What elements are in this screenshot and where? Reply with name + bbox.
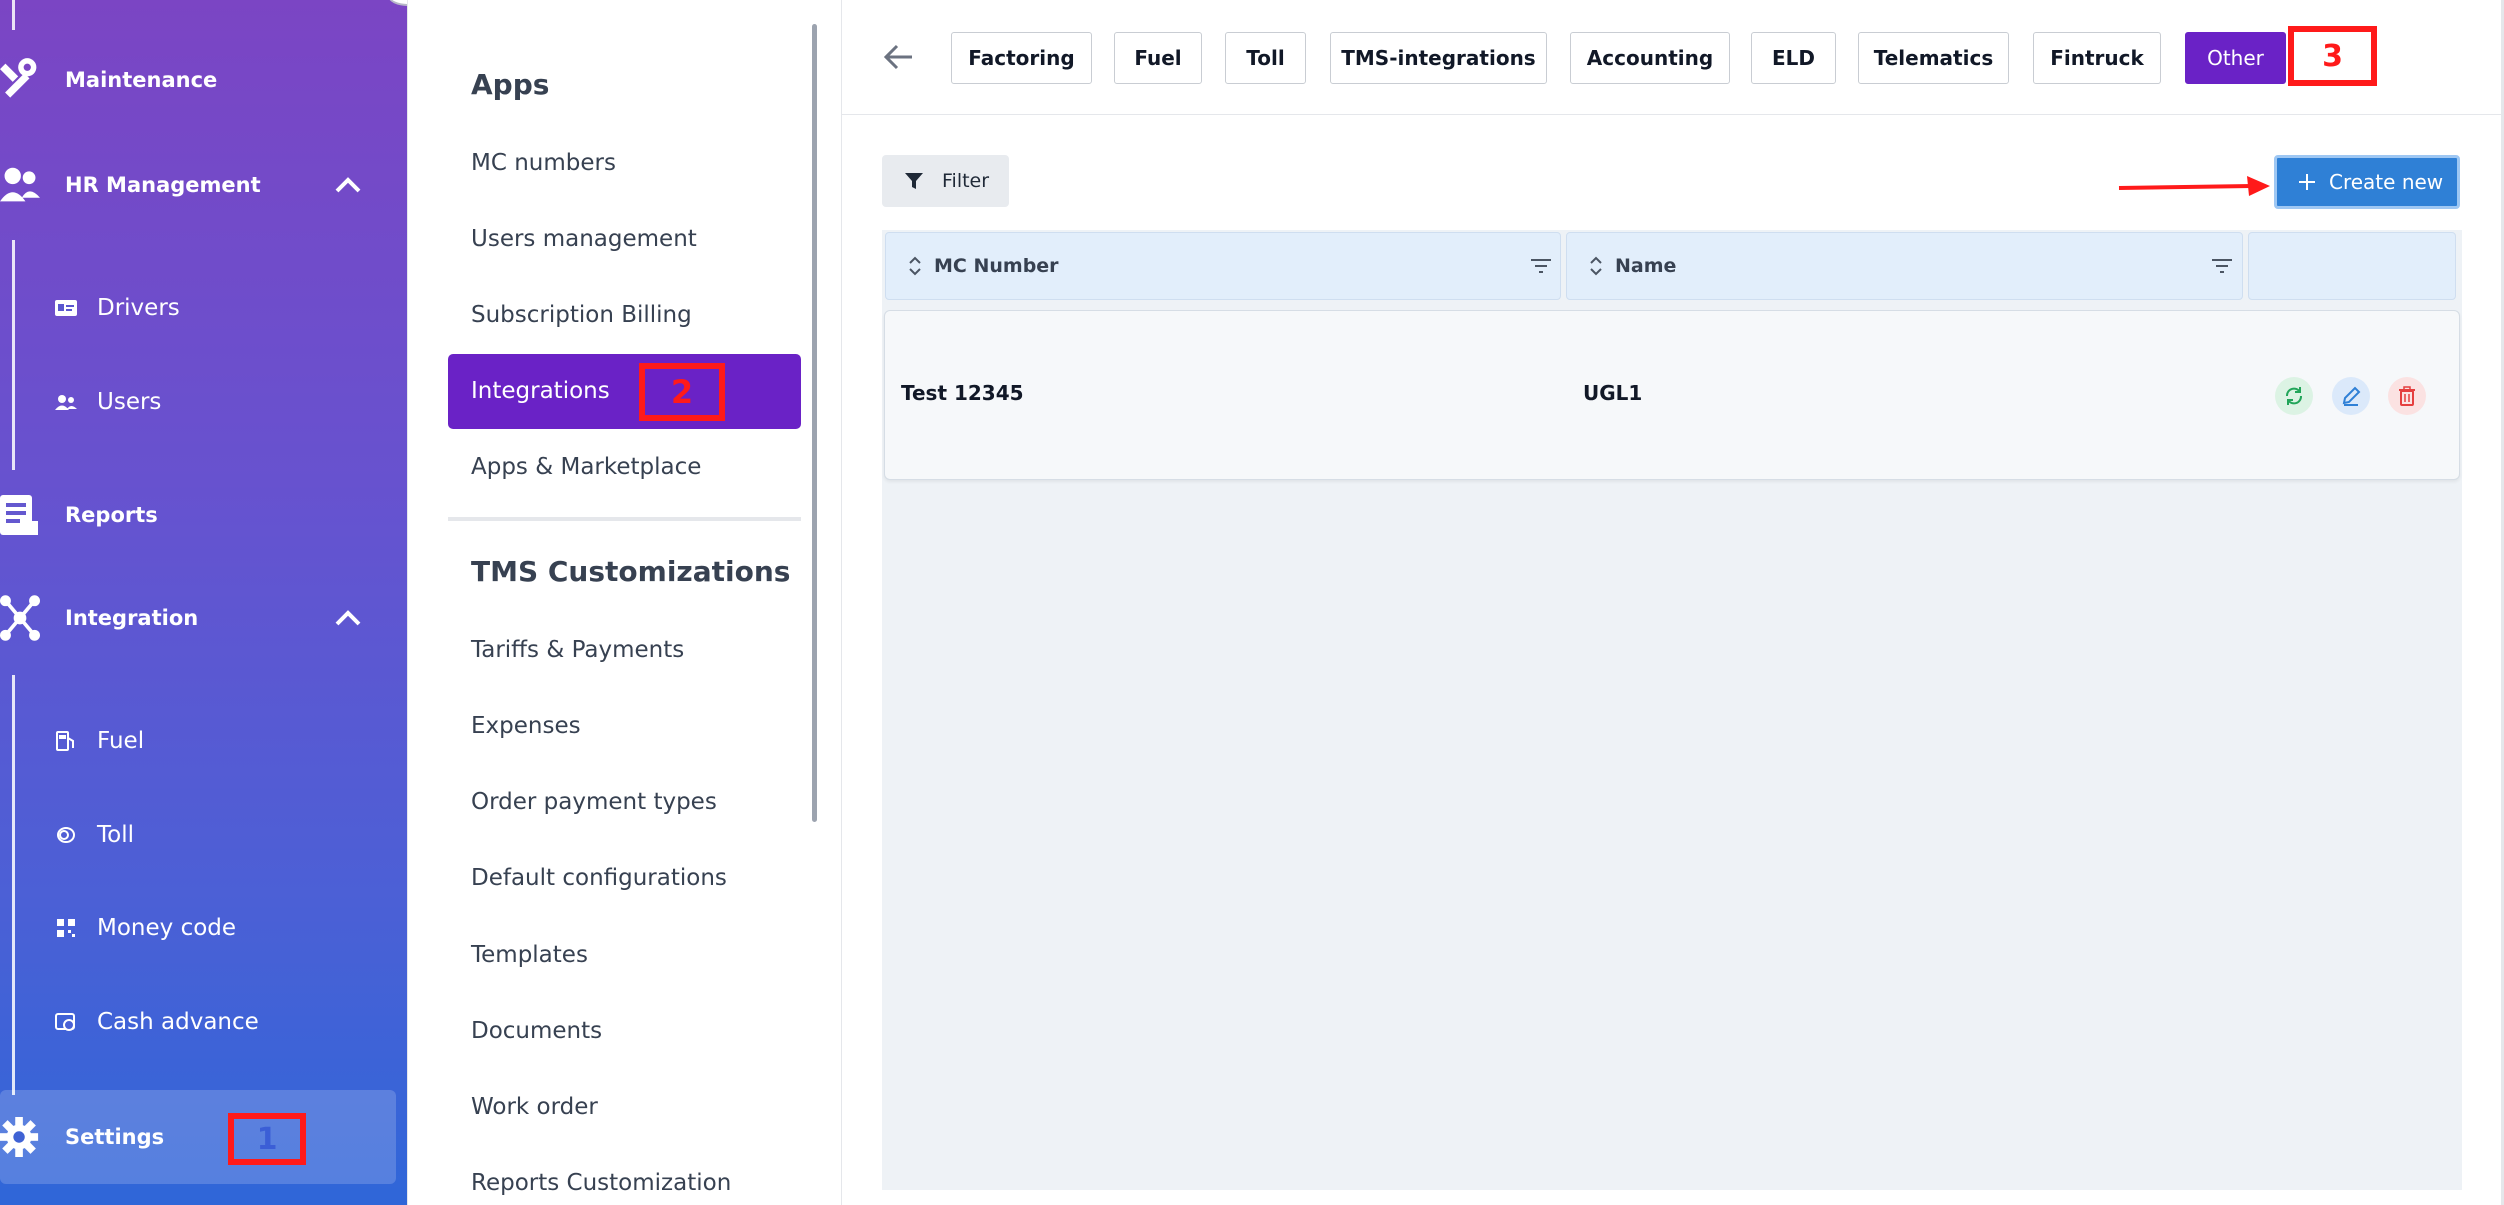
column-header-label: MC Number <box>934 255 1059 277</box>
settings-item-order-payment-types[interactable]: Order payment types <box>471 789 717 815</box>
sidebar-item-integration[interactable]: Integration <box>0 578 407 658</box>
funnel-icon <box>904 171 924 196</box>
users-icon <box>54 390 78 414</box>
chevron-up-icon[interactable] <box>333 603 363 633</box>
settings-item-default-configurations[interactable]: Default configurations <box>471 865 727 891</box>
tab-fintruck[interactable]: Fintruck <box>2033 32 2161 84</box>
settings-item-integrations[interactable]: Integrations <box>471 378 610 404</box>
sidebar-subitem-users[interactable]: Users <box>0 372 407 432</box>
tab-factoring[interactable]: Factoring <box>951 32 1092 84</box>
create-new-label: Create new <box>2329 170 2444 194</box>
sidebar-item-maintenance[interactable]: Maintenance <box>0 40 407 120</box>
sidebar-subitem-label: Fuel <box>97 728 145 754</box>
sidebar-subitem-cash-advance[interactable]: Cash advance <box>0 992 407 1052</box>
sidebar-item-settings[interactable]: Settings <box>0 1097 407 1177</box>
filter-label: Filter <box>942 170 990 192</box>
tab-other[interactable]: Other <box>2185 32 2286 84</box>
settings-item-mc-numbers[interactable]: MC numbers <box>471 150 616 176</box>
sidebar-item-reports[interactable]: Reports <box>0 475 407 555</box>
settings-menu: Apps MC numbers Users management Subscri… <box>407 0 841 1205</box>
id-card-icon <box>54 296 78 320</box>
tab-telematics[interactable]: Telematics <box>1858 32 2009 84</box>
sidebar-subitem-label: Money code <box>97 915 237 941</box>
back-arrow-icon[interactable] <box>882 40 916 74</box>
plus-icon <box>2297 172 2317 197</box>
settings-item-documents[interactable]: Documents <box>471 1018 602 1044</box>
cash-icon <box>54 1010 78 1034</box>
settings-item-tariffs-payments[interactable]: Tariffs & Payments <box>471 637 684 663</box>
tab-accounting[interactable]: Accounting <box>1570 32 1730 84</box>
toll-icon <box>54 823 78 847</box>
report-icon <box>0 489 40 541</box>
settings-item-work-order[interactable]: Work order <box>471 1094 598 1120</box>
sync-icon[interactable] <box>2275 377 2313 415</box>
wrench-icon <box>0 54 40 106</box>
sidebar-item-label: Integration <box>65 606 199 630</box>
settings-item-templates[interactable]: Templates <box>471 942 588 968</box>
settings-item-users-management[interactable]: Users management <box>471 226 697 252</box>
tab-fuel[interactable]: Fuel <box>1114 32 1202 84</box>
sidebar-item-label: Reports <box>65 503 158 527</box>
settings-item-subscription-billing[interactable]: Subscription Billing <box>471 302 692 328</box>
integration-tabs-bar: Factoring Fuel Toll TMS-integrations Acc… <box>842 0 2504 115</box>
column-filter-icon[interactable] <box>1531 257 1551 280</box>
sort-icon[interactable] <box>1589 255 1603 282</box>
qr-code-icon <box>54 916 78 940</box>
main-sidebar: Maintenance HR Management Drivers Users … <box>0 0 407 1205</box>
sidebar-subitem-fuel[interactable]: Fuel <box>0 711 407 771</box>
settings-menu-scrollbar[interactable] <box>812 24 817 822</box>
tree-line <box>12 0 15 30</box>
integration-icon <box>0 592 40 644</box>
settings-item-expenses[interactable]: Expenses <box>471 713 581 739</box>
chevron-up-icon[interactable] <box>333 170 363 200</box>
annotation-box-1: 1 <box>228 1113 306 1165</box>
settings-item-apps-marketplace[interactable]: Apps & Marketplace <box>471 454 701 480</box>
create-new-button[interactable]: Create new <box>2274 155 2460 209</box>
sidebar-subitem-drivers[interactable]: Drivers <box>0 278 407 338</box>
sidebar-subitem-label: Users <box>97 389 162 415</box>
red-arrow-annotation <box>2118 176 2270 196</box>
tms-heading: TMS Customizations <box>471 555 791 588</box>
main-content: Factoring Fuel Toll TMS-integrations Acc… <box>841 0 2504 1205</box>
sidebar-subitem-toll[interactable]: Toll <box>0 805 407 865</box>
cell-mc-number: Test 12345 <box>901 381 1024 405</box>
sidebar-subitem-label: Toll <box>97 822 134 848</box>
edit-icon[interactable] <box>2332 377 2370 415</box>
annotation-box-2: 2 <box>639 363 725 421</box>
delete-icon[interactable] <box>2388 377 2426 415</box>
column-header-mc-number[interactable]: MC Number <box>885 232 1561 300</box>
tree-line <box>12 240 15 470</box>
tab-eld[interactable]: ELD <box>1751 32 1836 84</box>
sidebar-item-hr-management[interactable]: HR Management <box>0 145 407 225</box>
tab-tms-integrations[interactable]: TMS-integrations <box>1330 32 1547 84</box>
column-header-name[interactable]: Name <box>1566 232 2243 300</box>
annotation-box-3: 3 <box>2288 26 2377 86</box>
fuel-pump-icon <box>54 729 78 753</box>
tab-toll[interactable]: Toll <box>1225 32 1306 84</box>
table-row[interactable]: Test 12345 UGL1 <box>884 310 2460 480</box>
cell-name: UGL1 <box>1583 381 1643 405</box>
integrations-table: MC Number Name Test 12345 UGL1 <box>882 230 2462 1190</box>
collapse-toggle[interactable] <box>388 0 407 6</box>
sidebar-item-label: Maintenance <box>65 68 218 92</box>
sidebar-item-label: HR Management <box>65 173 261 197</box>
sidebar-item-label: Settings <box>65 1125 165 1149</box>
apps-heading: Apps <box>471 68 550 101</box>
gear-icon <box>0 1111 40 1163</box>
sort-icon[interactable] <box>908 255 922 282</box>
sidebar-subitem-money-code[interactable]: Money code <box>0 898 407 958</box>
column-filter-icon[interactable] <box>2212 257 2232 280</box>
people-icon <box>0 159 40 211</box>
column-header-label: Name <box>1615 255 1677 277</box>
settings-item-reports-customization[interactable]: Reports Customization <box>471 1170 731 1196</box>
sidebar-subitem-label: Drivers <box>97 295 180 321</box>
sidebar-subitem-label: Cash advance <box>97 1009 259 1035</box>
column-header-actions <box>2248 232 2456 300</box>
settings-divider <box>448 517 801 521</box>
filter-button[interactable]: Filter <box>882 155 1009 207</box>
